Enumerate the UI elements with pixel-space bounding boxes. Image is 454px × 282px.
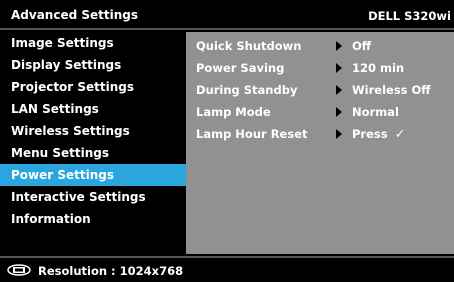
sidebar-item-interactive-settings[interactable]: Interactive Settings [0, 186, 186, 208]
menu-title: Advanced Settings [11, 8, 139, 22]
power-settings-panel: Quick Shutdown Off Power Saving 120 min … [186, 32, 454, 254]
setting-label: Lamp Hour Reset [196, 127, 308, 141]
arrow-right-icon [336, 41, 342, 51]
setting-row-power-saving[interactable]: Power Saving 120 min [186, 57, 454, 79]
setting-value: Wireless Off [352, 83, 431, 97]
sidebar-item-display-settings[interactable]: Display Settings [0, 54, 186, 76]
sidebar-item-projector-settings[interactable]: Projector Settings [0, 76, 186, 98]
sidebar-item-wireless-settings[interactable]: Wireless Settings [0, 120, 186, 142]
model-name: DELL S320wi [368, 9, 451, 23]
checkmark-icon: ✓ [394, 127, 406, 142]
title-bar: Advanced Settings DELL S320wi [0, 0, 454, 30]
osd-menu: Advanced Settings DELL S320wi Image Sett… [0, 0, 454, 282]
setting-row-lamp-mode[interactable]: Lamp Mode Normal [186, 101, 454, 123]
arrow-right-icon [336, 63, 342, 73]
setting-label: Power Saving [196, 61, 285, 75]
setting-label: Quick Shutdown [196, 39, 302, 53]
sidebar-item-information[interactable]: Information [0, 208, 186, 230]
sidebar-item-power-settings[interactable]: Power Settings [0, 164, 186, 186]
input-source-icon [7, 264, 31, 276]
setting-value: Press ✓ [352, 127, 406, 142]
setting-label: During Standby [196, 83, 298, 97]
setting-value: Off [352, 39, 372, 53]
status-bar: Resolution : 1024x768 [0, 256, 454, 282]
resolution-text: Resolution : 1024x768 [38, 264, 184, 278]
setting-label: Lamp Mode [196, 105, 271, 119]
sidebar-item-menu-settings[interactable]: Menu Settings [0, 142, 186, 164]
setting-row-during-standby[interactable]: During Standby Wireless Off [186, 79, 454, 101]
setting-row-lamp-hour-reset[interactable]: Lamp Hour Reset Press ✓ [186, 123, 454, 145]
arrow-right-icon [336, 107, 342, 117]
sidebar-item-image-settings[interactable]: Image Settings [0, 32, 186, 54]
arrow-right-icon [336, 129, 342, 139]
arrow-right-icon [336, 85, 342, 95]
sidebar-item-lan-settings[interactable]: LAN Settings [0, 98, 186, 120]
setting-value: Normal [352, 105, 399, 119]
setting-row-quick-shutdown[interactable]: Quick Shutdown Off [186, 35, 454, 57]
sidebar: Image Settings Display Settings Projecto… [0, 32, 186, 254]
setting-value: 120 min [352, 61, 405, 75]
setting-value-text: Press [352, 127, 388, 141]
